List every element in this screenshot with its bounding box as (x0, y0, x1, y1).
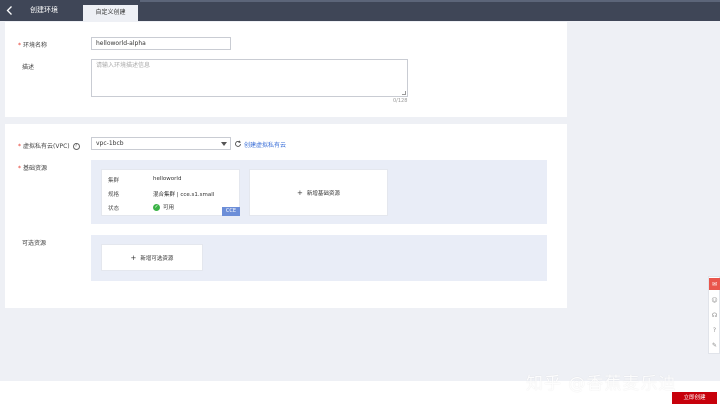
spec-value: 混合集群 | cce.s1.small (153, 192, 215, 198)
optional-resources-panel: + 新增可选资源 (91, 235, 547, 281)
add-optional-resource-label: 新增可选资源 (140, 255, 174, 262)
check-icon: ✓ (153, 204, 160, 211)
required-mark: * (18, 143, 21, 150)
refresh-icon[interactable] (234, 140, 242, 148)
page-title: 创建环境 (30, 6, 58, 14)
description-textarea[interactable]: 请输入环境描述信息 (91, 59, 408, 97)
question-icon[interactable]: ? (709, 324, 720, 336)
description-placeholder: 请输入环境描述信息 (96, 62, 151, 69)
add-base-resource-button[interactable]: + 新增基础资源 (249, 169, 388, 216)
create-now-button[interactable]: 立即创建 (672, 392, 717, 404)
vpc-select[interactable]: vpc-1bcb (91, 137, 231, 150)
top-bar: 创建环境 自定义创建 (0, 0, 720, 21)
message-icon[interactable]: ✉ (709, 278, 720, 290)
help-icon[interactable]: ? (72, 143, 80, 150)
create-vpc-link[interactable]: 创建虚拟私有云 (244, 140, 286, 149)
optional-resources-label: 可选资源 (22, 240, 47, 247)
resource-card: * 虚拟私有云(VPC)? vpc-1bcb 创建虚拟私有云 * 基础资源 集群 h… (5, 124, 567, 308)
env-name-input[interactable]: helloworld-alpha (91, 37, 231, 50)
top-bar-accent (140, 0, 720, 2)
watermark: 知乎 @香蕉麦乐迪 (526, 374, 677, 394)
chevron-left-icon (6, 6, 12, 15)
status-value: ✓ 可用 (153, 204, 175, 211)
side-toolbar: ✉ ☺ ☊ ? ✎ (708, 276, 720, 354)
chevron-down-icon (221, 142, 227, 146)
env-name-label: * 环境名称 (18, 42, 48, 49)
status-key: 状态 (108, 206, 120, 212)
add-base-resource-label: 新增基础资源 (306, 190, 340, 197)
cluster-value: helloworld (153, 176, 182, 182)
vpc-select-value: vpc-1bcb (96, 140, 124, 147)
plus-icon: + (297, 188, 303, 197)
vpc-label: * 虚拟私有云(VPC)? (18, 141, 80, 150)
description-label: 描述 (22, 64, 35, 71)
plus-icon: + (130, 253, 137, 262)
edit-icon[interactable]: ✎ (709, 339, 720, 351)
user-icon[interactable]: ☺ (709, 294, 720, 306)
spec-key: 规格 (108, 192, 120, 198)
description-counter: 0/128 (393, 98, 408, 104)
back-button[interactable] (0, 0, 19, 21)
tab-custom-create[interactable]: 自定义创建 (83, 5, 138, 21)
base-resources-panel: 集群 helloworld 规格 混合集群 | cce.s1.small 状态 … (91, 160, 547, 224)
basic-info-card: * 环境名称 helloworld-alpha 描述 请输入环境描述信息 0/12… (5, 22, 567, 117)
headset-icon[interactable]: ☊ (709, 309, 720, 321)
cluster-card[interactable]: 集群 helloworld 规格 混合集群 | cce.s1.small 状态 … (101, 169, 240, 216)
required-mark: * (18, 42, 21, 49)
resize-handle-icon[interactable] (402, 91, 406, 95)
cce-badge: CCE (222, 207, 240, 216)
add-optional-resource-button[interactable]: + 新增可选资源 (101, 244, 203, 271)
cluster-key: 集群 (108, 178, 120, 184)
required-mark: * (18, 165, 21, 172)
base-resources-label: * 基础资源 (18, 165, 48, 172)
